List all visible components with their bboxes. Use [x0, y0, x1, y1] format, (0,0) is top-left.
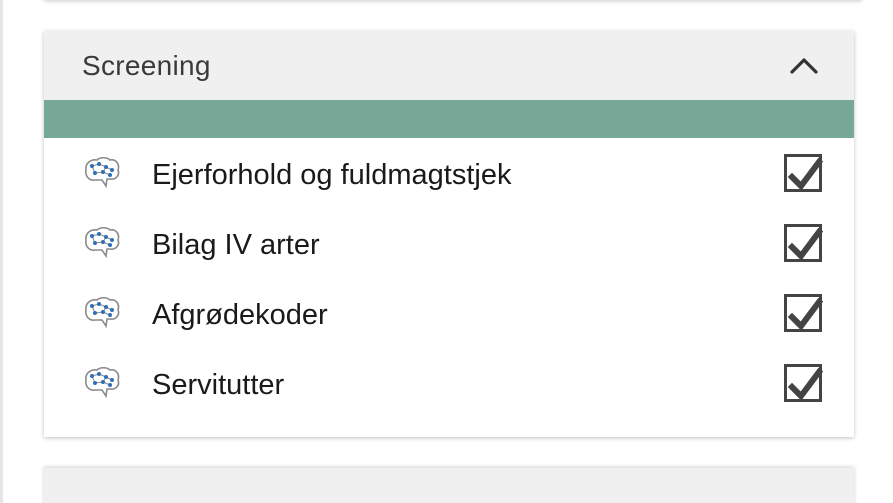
brain-network-icon — [82, 156, 122, 189]
list-item: Servitutter — [44, 348, 854, 418]
list-item-label: Afgrødekoder — [152, 299, 328, 331]
next-card[interactable] — [44, 468, 854, 503]
list-item-label: Ejerforhold og fuldmagtstjek — [152, 159, 512, 191]
panel-title: Screening — [82, 49, 211, 81]
list-item: Afgrødekoder — [44, 278, 854, 348]
checkbox-servitutter[interactable] — [784, 364, 824, 402]
collapse-button[interactable] — [788, 50, 820, 82]
checkmark-icon — [787, 297, 824, 331]
screening-panel-header[interactable]: Screening — [44, 31, 854, 100]
list-item: Bilag IV arter — [44, 208, 854, 278]
checkmark-icon — [787, 157, 824, 191]
brain-network-icon — [82, 296, 122, 329]
checkmark-icon — [787, 227, 824, 261]
list-item-label: Servitutter — [152, 369, 285, 401]
brain-network-icon — [82, 366, 122, 399]
checkbox-bilag-iv-arter[interactable] — [784, 224, 824, 262]
page: Screening Ejerforhold og fuldmagtstjek B… — [0, 0, 893, 503]
screening-panel: Screening Ejerforhold og fuldmagtstjek B… — [44, 31, 854, 437]
brain-network-icon — [82, 226, 122, 259]
list-item-label: Bilag IV arter — [152, 229, 320, 261]
list-item: Ejerforhold og fuldmagtstjek — [44, 138, 854, 208]
chevron-up-icon — [790, 57, 818, 74]
checkmark-icon — [787, 367, 824, 401]
screening-list: Ejerforhold og fuldmagtstjek Bilag IV ar… — [44, 138, 854, 418]
checkbox-ejerforhold[interactable] — [784, 154, 824, 192]
checkbox-afgroedekoder[interactable] — [784, 294, 824, 332]
left-divider — [0, 0, 3, 503]
accent-bar — [44, 100, 854, 138]
